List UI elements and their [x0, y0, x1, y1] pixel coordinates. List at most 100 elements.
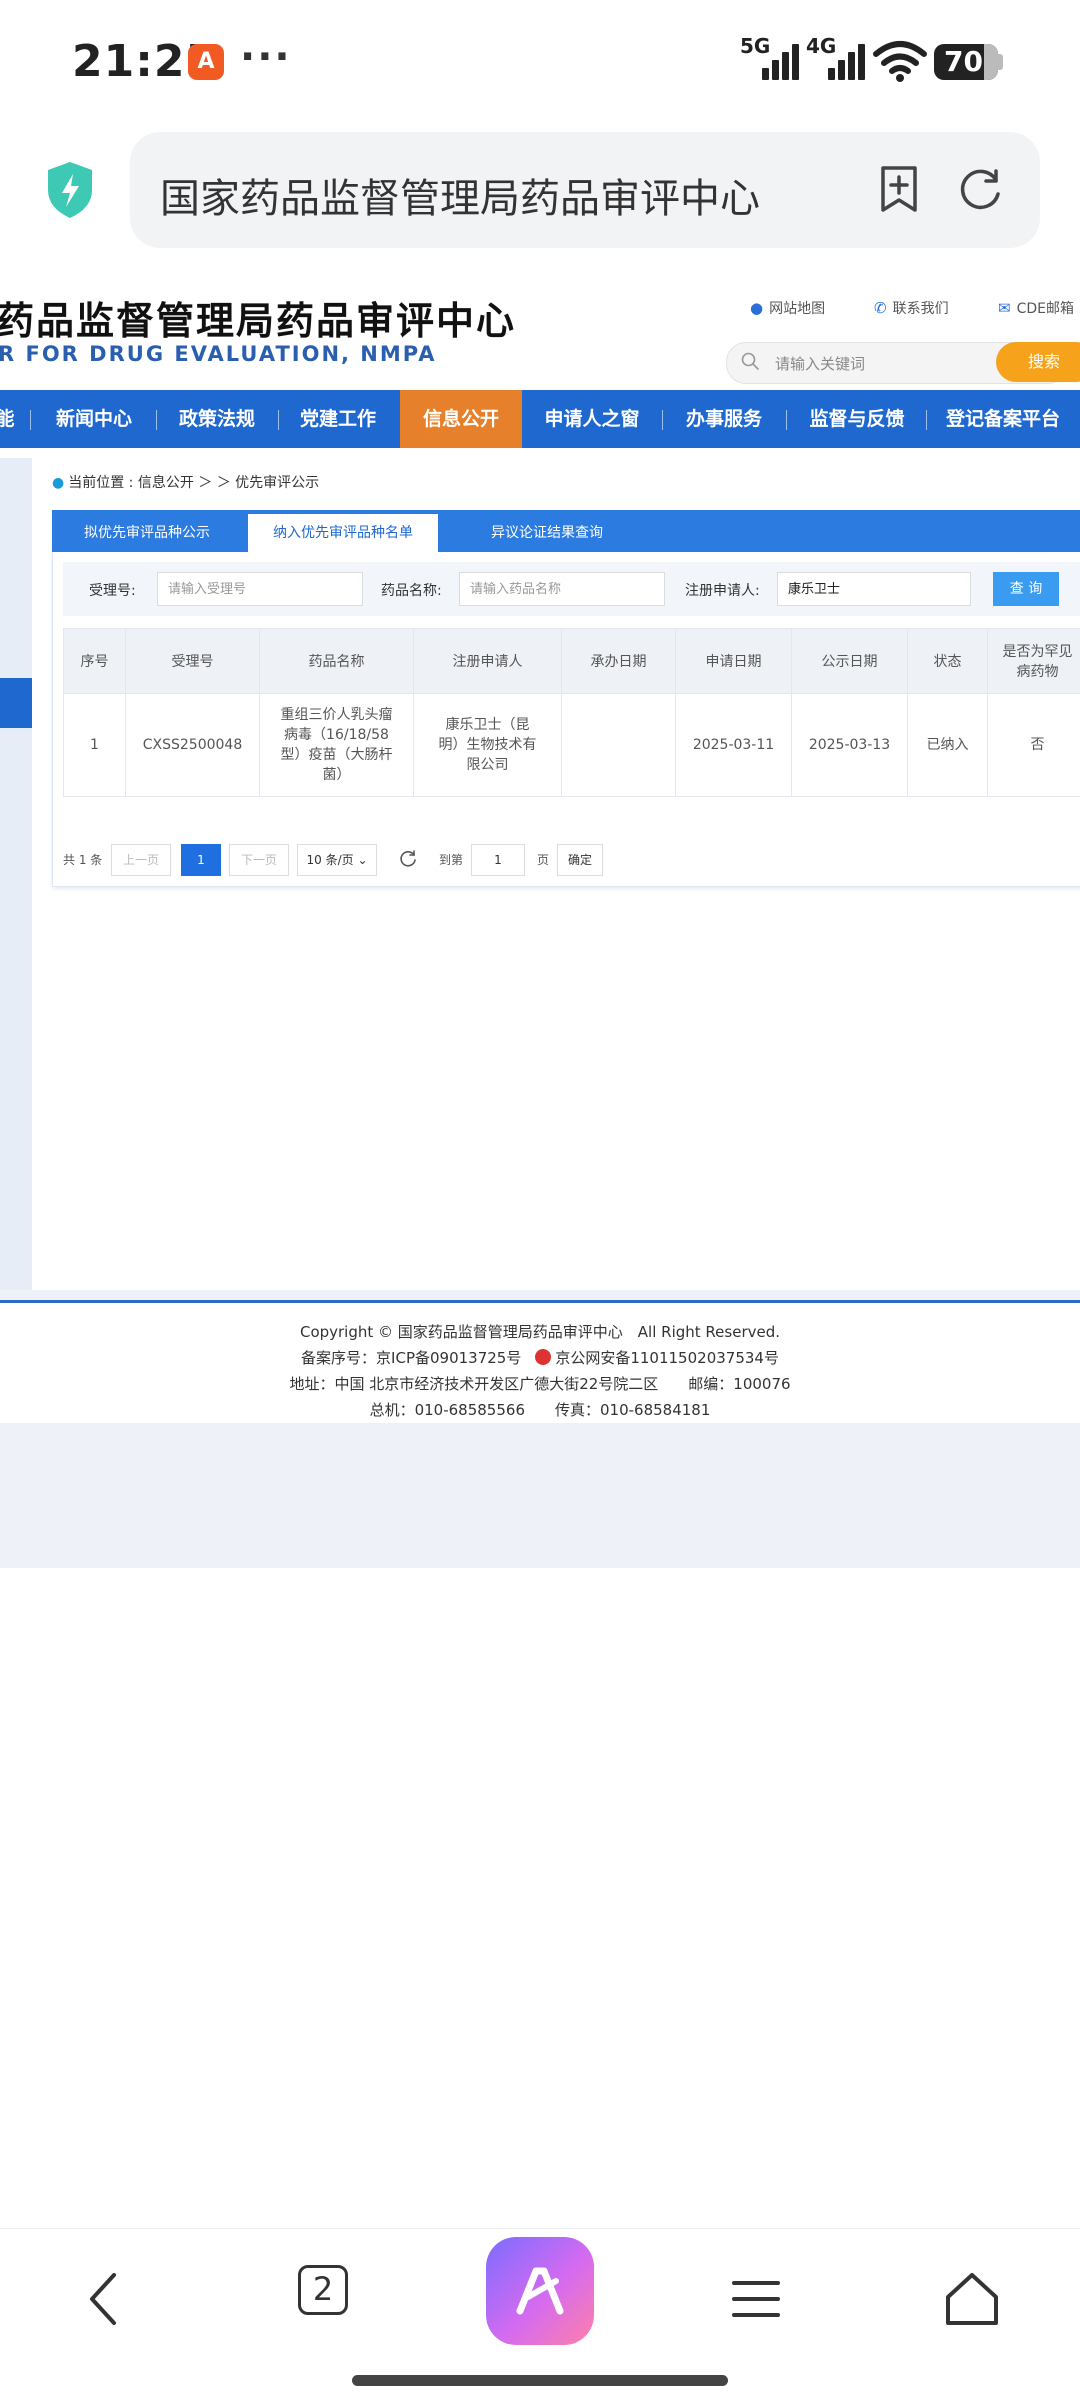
chevron-down-icon: ⌄ [357, 853, 367, 867]
pager-goto-label: 到第 [439, 844, 463, 876]
breadcrumb: ●当前位置 : 信息公开 ＞ ＞ 优先审评公示 [52, 472, 319, 492]
accept-no-input[interactable]: 请输入受理号 [157, 572, 363, 606]
ai-logo-icon [512, 2263, 568, 2319]
location-pin-icon: ● [750, 299, 763, 317]
drug-name-input[interactable]: 请输入药品名称 [459, 572, 665, 606]
gesture-home-indicator[interactable] [352, 2375, 728, 2386]
footer-icp[interactable]: 备案序号：京ICP备09013725号 [301, 1349, 521, 1367]
signal-5g-icon: 5G [740, 38, 802, 80]
browser-address-area: 国家药品监督管理局药品审评中心 [0, 120, 1080, 270]
nav-item-services[interactable]: 办事服务 [668, 390, 780, 448]
page-size-select[interactable]: 10 条/页 ⌄ [297, 844, 377, 876]
col-header-rare-disease: 是否为罕见病药物 [988, 629, 1080, 694]
accept-no-label: 受理号: [89, 580, 136, 600]
nav-item-functions[interactable]: 能 [0, 390, 16, 448]
pager-next-button[interactable]: 下一页 [229, 844, 289, 876]
cell-undertake-date [562, 694, 676, 797]
col-header-undertake-date: 承办日期 [562, 629, 676, 694]
menu-icon[interactable] [724, 2267, 788, 2331]
tab-included-priority[interactable]: 纳入优先审评品种名单 [248, 514, 438, 552]
col-header-publish-date: 公示日期 [792, 629, 908, 694]
results-panel: 受理号: 请输入受理号 药品名称: 请输入药品名称 注册申请人: 康乐卫士 查 … [52, 552, 1080, 887]
phone-icon: ✆ [874, 299, 887, 317]
ai-assistant-button[interactable] [486, 2237, 594, 2345]
pager-current-page[interactable]: 1 [181, 844, 221, 876]
pagination: 共 1 条 上一页 1 下一页 10 条/页 ⌄ 到第 1 页 确定 [63, 844, 1063, 876]
more-notifications-icon: ··· [240, 34, 292, 80]
signal-4g-icon: 4G [806, 38, 868, 80]
col-header-index: 序号 [64, 629, 126, 694]
filter-row: 受理号: 请输入受理号 药品名称: 请输入药品名称 注册申请人: 康乐卫士 查 … [63, 562, 1080, 616]
home-icon[interactable] [940, 2267, 1004, 2331]
search-icon [741, 352, 759, 370]
add-bookmark-icon[interactable] [878, 164, 920, 214]
nav-item-info-public[interactable]: 信息公开 [400, 390, 522, 448]
nav-item-registration[interactable]: 登记备案平台 [932, 390, 1080, 448]
left-sidebar-active-item[interactable] [0, 678, 32, 728]
pager-prev-button[interactable]: 上一页 [111, 844, 171, 876]
nav-item-policy[interactable]: 政策法规 [162, 390, 272, 448]
footer-police-record[interactable]: 京公网安备11011502037534号 [555, 1349, 779, 1367]
tab-objection-results[interactable]: 异议论证结果查询 [452, 514, 642, 552]
battery-tip [998, 54, 1003, 70]
cell-publish-date: 2025-03-13 [792, 694, 908, 797]
nav-item-party[interactable]: 党建工作 [284, 390, 392, 448]
cell-index: 1 [64, 694, 126, 797]
browser-bottom-bar: 2 [0, 2228, 1080, 2401]
results-table: 序号 受理号 药品名称 注册申请人 承办日期 申请日期 公示日期 状态 是否为罕… [63, 628, 1080, 797]
refresh-icon[interactable] [956, 166, 1004, 214]
cde-mail-link[interactable]: ✉CDE邮箱 [998, 298, 1074, 318]
cell-drug-name: 重组三价人乳头瘤病毒（16/18/58型）疫苗（大肠杆菌） [260, 694, 414, 797]
tabs-count-button[interactable]: 2 [298, 2265, 348, 2315]
col-header-status: 状态 [908, 629, 988, 694]
applicant-input[interactable]: 康乐卫士 [777, 572, 971, 606]
pager-total: 共 1 条 [63, 844, 102, 876]
nav-item-applicant[interactable]: 申请人之窗 [528, 390, 656, 448]
app-notification-icon: A [188, 44, 224, 80]
nav-item-news[interactable]: 新闻中心 [40, 390, 148, 448]
url-bar[interactable]: 国家药品监督管理局药品审评中心 [130, 132, 1040, 248]
security-shield-icon[interactable] [44, 160, 96, 220]
col-header-apply-date: 申请日期 [676, 629, 792, 694]
battery-icon: 70 [934, 44, 998, 80]
footer-registration: 备案序号：京ICP备09013725号 京公网安备11011502037534号 [0, 1345, 1080, 1371]
back-icon[interactable] [74, 2267, 138, 2331]
cell-apply-date: 2025-03-11 [676, 694, 792, 797]
col-header-drug-name: 药品名称 [260, 629, 414, 694]
footer-phones: 总机：010-68585566 传真：010-68584181 [0, 1397, 1080, 1423]
table-row[interactable]: 1 CXSS2500048 重组三价人乳头瘤病毒（16/18/58型）疫苗（大肠… [64, 694, 1080, 797]
cell-rare-disease: 否 [988, 694, 1080, 797]
site-title[interactable]: 药品监督管理局药品审评中心 [0, 290, 516, 345]
query-button[interactable]: 查 询 [993, 572, 1059, 606]
table-header-row: 序号 受理号 药品名称 注册申请人 承办日期 申请日期 公示日期 状态 是否为罕… [64, 629, 1080, 694]
site-footer: Copyright © 国家药品监督管理局药品审评中心 All Right Re… [0, 1319, 1080, 1423]
drug-name-label: 药品名称: [381, 580, 442, 600]
status-bar: 21:25 A ··· 5G 4G 70 [0, 0, 1080, 120]
left-sidebar [0, 458, 32, 1290]
tab-proposed-priority[interactable]: 拟优先审评品种公示 [52, 514, 242, 552]
wifi-icon [872, 40, 928, 82]
footer-copyright: Copyright © 国家药品监督管理局药品审评中心 All Right Re… [0, 1319, 1080, 1345]
cell-applicant: 康乐卫士（昆明）生物技术有限公司 [414, 694, 562, 797]
mail-icon: ✉ [998, 299, 1011, 317]
cell-accept-no: CXSS2500048 [126, 694, 260, 797]
nav-item-supervision[interactable]: 监督与反馈 [792, 390, 922, 448]
pager-refresh-icon[interactable] [399, 850, 417, 868]
police-badge-icon [535, 1349, 551, 1365]
cell-status: 已纳入 [908, 694, 988, 797]
site-subtitle: R FOR DRUG EVALUATION, NMPA [0, 342, 437, 366]
main-content: ●当前位置 : 信息公开 ＞ ＞ 优先审评公示 拟优先审评品种公示 纳入优先审评… [32, 458, 1080, 1290]
location-icon: ● [52, 475, 64, 491]
col-header-applicant: 注册申请人 [414, 629, 562, 694]
url-title[interactable]: 国家药品监督管理局药品审评中心 [160, 166, 760, 224]
sitemap-link[interactable]: ●网站地图 [750, 298, 825, 318]
pager-confirm-button[interactable]: 确定 [557, 844, 603, 876]
site-search-button[interactable]: 搜索 [996, 342, 1080, 382]
pager-goto-input[interactable]: 1 [471, 844, 525, 876]
footer-address: 地址：中国 北京市经济技术开发区广德大街22号院二区 邮编：100076 [0, 1371, 1080, 1397]
web-page: 药品监督管理局药品审评中心 R FOR DRUG EVALUATION, NMP… [0, 274, 1080, 2224]
tab-bar: 拟优先审评品种公示 纳入优先审评品种名单 异议论证结果查询 [52, 510, 1080, 552]
col-header-accept-no: 受理号 [126, 629, 260, 694]
pager-page-unit: 页 [537, 844, 549, 876]
contact-link[interactable]: ✆联系我们 [874, 298, 949, 318]
